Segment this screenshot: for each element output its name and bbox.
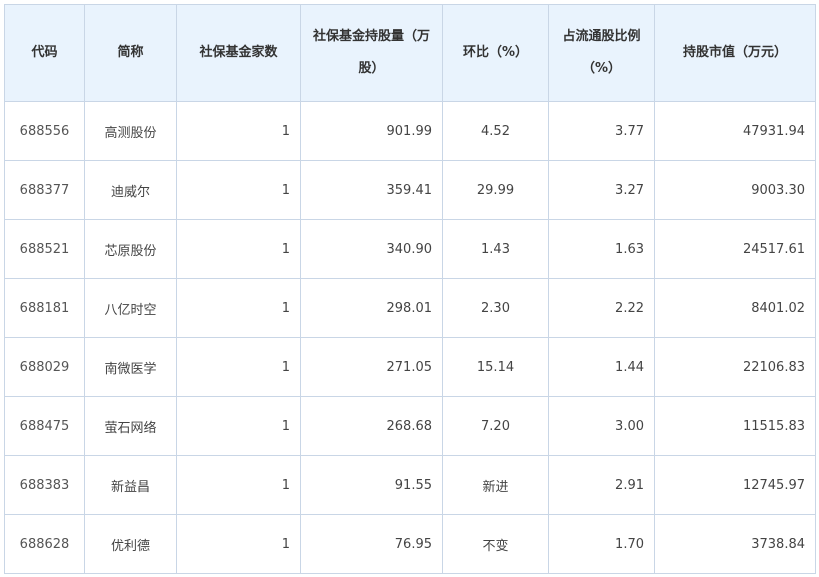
- market-value-cell: 8401.02: [654, 278, 816, 338]
- float-ratio-cell: 1.44: [548, 337, 655, 397]
- name-cell: 新益昌: [84, 455, 177, 515]
- code-cell: 688029: [4, 337, 85, 397]
- table-row: 688628 优利德 1 76.95 不变 1.70 3738.84: [4, 514, 816, 574]
- code-cell: 688556: [4, 101, 85, 161]
- holding-shares-cell: 359.41: [300, 160, 443, 220]
- market-value-cell: 47931.94: [654, 101, 816, 161]
- code-cell: 688383: [4, 455, 85, 515]
- col-header-holding-shares: 社保基金持股量（万股）: [300, 4, 443, 102]
- market-value-cell: 11515.83: [654, 396, 816, 456]
- fund-count-cell: 1: [176, 337, 301, 397]
- holding-shares-cell: 76.95: [300, 514, 443, 574]
- holding-shares-cell: 268.68: [300, 396, 443, 456]
- name-cell: 八亿时空: [84, 278, 177, 338]
- social-security-fund-holdings-table: 代码 简称 社保基金家数 社保基金持股量（万股） 环比（%） 占流通股比例（%）…: [4, 4, 816, 574]
- table-row: 688521 芯原股份 1 340.90 1.43 1.63 24517.61: [4, 219, 816, 279]
- table-row: 688383 新益昌 1 91.55 新进 2.91 12745.97: [4, 455, 816, 515]
- table-row: 688377 迪威尔 1 359.41 29.99 3.27 9003.30: [4, 160, 816, 220]
- code-cell: 688521: [4, 219, 85, 279]
- table-row: 688029 南微医学 1 271.05 15.14 1.44 22106.83: [4, 337, 816, 397]
- name-cell: 迪威尔: [84, 160, 177, 220]
- fund-count-cell: 1: [176, 396, 301, 456]
- fund-count-cell: 1: [176, 278, 301, 338]
- qoq-change-cell: 29.99: [442, 160, 549, 220]
- qoq-change-cell: 7.20: [442, 396, 549, 456]
- holding-shares-cell: 271.05: [300, 337, 443, 397]
- name-cell: 南微医学: [84, 337, 177, 397]
- name-cell: 萤石网络: [84, 396, 177, 456]
- col-header-qoq-change: 环比（%）: [442, 4, 549, 102]
- code-cell: 688628: [4, 514, 85, 574]
- holding-shares-cell: 901.99: [300, 101, 443, 161]
- qoq-change-cell: 15.14: [442, 337, 549, 397]
- name-cell: 芯原股份: [84, 219, 177, 279]
- table-body: 688556 高测股份 1 901.99 4.52 3.77 47931.94 688377 迪…: [4, 101, 816, 574]
- table-row: 688556 高测股份 1 901.99 4.52 3.77 47931.94: [4, 101, 816, 161]
- market-value-cell: 22106.83: [654, 337, 816, 397]
- table-header-row: 代码 简称 社保基金家数 社保基金持股量（万股） 环比（%） 占流通股比例（%）…: [4, 4, 816, 102]
- holding-shares-cell: 91.55: [300, 455, 443, 515]
- name-cell: 高测股份: [84, 101, 177, 161]
- col-header-code: 代码: [4, 4, 85, 102]
- float-ratio-cell: 1.63: [548, 219, 655, 279]
- col-header-fund-count: 社保基金家数: [176, 4, 301, 102]
- col-header-market-value: 持股市值（万元）: [654, 4, 816, 102]
- float-ratio-cell: 2.91: [548, 455, 655, 515]
- name-cell: 优利德: [84, 514, 177, 574]
- holding-shares-cell: 340.90: [300, 219, 443, 279]
- fund-count-cell: 1: [176, 160, 301, 220]
- float-ratio-cell: 2.22: [548, 278, 655, 338]
- fund-count-cell: 1: [176, 514, 301, 574]
- market-value-cell: 3738.84: [654, 514, 816, 574]
- code-cell: 688475: [4, 396, 85, 456]
- col-header-float-ratio: 占流通股比例（%）: [548, 4, 655, 102]
- code-cell: 688181: [4, 278, 85, 338]
- fund-count-cell: 1: [176, 219, 301, 279]
- col-header-name: 简称: [84, 4, 177, 102]
- qoq-change-cell: 不变: [442, 514, 549, 574]
- float-ratio-cell: 1.70: [548, 514, 655, 574]
- qoq-change-cell: 2.30: [442, 278, 549, 338]
- market-value-cell: 12745.97: [654, 455, 816, 515]
- fund-count-cell: 1: [176, 101, 301, 161]
- qoq-change-cell: 新进: [442, 455, 549, 515]
- float-ratio-cell: 3.27: [548, 160, 655, 220]
- float-ratio-cell: 3.77: [548, 101, 655, 161]
- holding-shares-cell: 298.01: [300, 278, 443, 338]
- fund-count-cell: 1: [176, 455, 301, 515]
- table-row: 688181 八亿时空 1 298.01 2.30 2.22 8401.02: [4, 278, 816, 338]
- table-row: 688475 萤石网络 1 268.68 7.20 3.00 11515.83: [4, 396, 816, 456]
- qoq-change-cell: 4.52: [442, 101, 549, 161]
- market-value-cell: 9003.30: [654, 160, 816, 220]
- qoq-change-cell: 1.43: [442, 219, 549, 279]
- code-cell: 688377: [4, 160, 85, 220]
- float-ratio-cell: 3.00: [548, 396, 655, 456]
- market-value-cell: 24517.61: [654, 219, 816, 279]
